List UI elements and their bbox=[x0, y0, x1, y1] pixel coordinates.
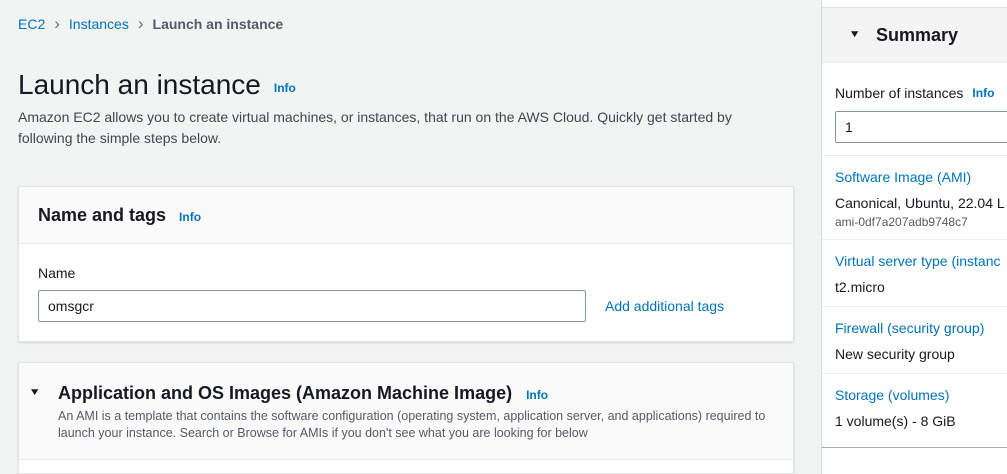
virtual-server-type-link[interactable]: Virtual server type (instanc bbox=[835, 251, 1007, 271]
ami-id-text: ami-0df7a207adb9748c7 bbox=[835, 214, 1007, 230]
page-description: Amazon EC2 allows you to create virtual … bbox=[18, 107, 766, 149]
summary-card: ▼ Summary Number of instances Info Softw… bbox=[822, 7, 1007, 473]
name-and-tags-title: Name and tags bbox=[38, 204, 166, 226]
ec2-launch-instance-page: EC2 › Instances › Launch an instance Lau… bbox=[0, 0, 1007, 474]
page-title-info-link[interactable]: Info bbox=[274, 81, 296, 95]
number-of-instances-label: Number of instances bbox=[835, 83, 963, 103]
add-additional-tags-link[interactable]: Add additional tags bbox=[605, 298, 724, 314]
number-of-instances-block: Number of instances Info bbox=[822, 63, 1007, 156]
summary-panel: ▼ Summary Number of instances Info Softw… bbox=[821, 0, 1007, 474]
summary-panel-content: Number of instances Info Software Image … bbox=[822, 63, 1007, 448]
chevron-right-icon: › bbox=[54, 15, 60, 32]
name-and-tags-info-link[interactable]: Info bbox=[179, 210, 201, 224]
breadcrumb-link-instances[interactable]: Instances bbox=[69, 16, 129, 32]
summary-software-image-block: Software Image (AMI) Canonical, Ubuntu, … bbox=[822, 156, 1007, 240]
storage-link[interactable]: Storage (volumes) bbox=[835, 385, 1007, 405]
virtual-server-type-value: t2.micro bbox=[835, 277, 1007, 297]
breadcrumb-link-ec2[interactable]: EC2 bbox=[18, 16, 45, 32]
summary-firewall-block: Firewall (security group) New security g… bbox=[822, 307, 1007, 374]
name-input[interactable] bbox=[38, 290, 586, 322]
name-and-tags-section: Name and tags Info Name Add additional t… bbox=[18, 186, 794, 342]
storage-value: 1 volume(s) - 8 GiB bbox=[835, 411, 1007, 431]
number-of-instances-info-link[interactable]: Info bbox=[972, 83, 994, 103]
summary-title: Summary bbox=[876, 24, 958, 46]
software-image-value: Canonical, Ubuntu, 22.04 L bbox=[835, 193, 1007, 213]
summary-panel-footer bbox=[822, 448, 1007, 473]
ami-section-info-link[interactable]: Info bbox=[526, 388, 548, 402]
page-title: Launch an instance bbox=[18, 70, 261, 100]
name-field-label: Name bbox=[38, 265, 774, 282]
ami-section-header[interactable]: ▼ Application and OS Images (Amazon Mach… bbox=[19, 363, 793, 460]
ami-section-description: An AMI is a template that contains the s… bbox=[58, 408, 774, 441]
breadcrumb: EC2 › Instances › Launch an instance bbox=[18, 0, 794, 34]
page-title-row: Launch an instance Info bbox=[18, 70, 794, 100]
summary-storage-block: Storage (volumes) 1 volume(s) - 8 GiB bbox=[822, 374, 1007, 440]
firewall-value: New security group bbox=[835, 344, 1007, 364]
chevron-right-icon: › bbox=[138, 15, 144, 32]
number-of-instances-input[interactable] bbox=[835, 111, 1007, 143]
firewall-link[interactable]: Firewall (security group) bbox=[835, 318, 1007, 338]
breadcrumb-current: Launch an instance bbox=[153, 16, 284, 32]
ami-section: ▼ Application and OS Images (Amazon Mach… bbox=[18, 362, 794, 474]
ami-section-title: Application and OS Images (Amazon Machin… bbox=[58, 382, 512, 404]
caret-down-icon: ▼ bbox=[29, 388, 44, 398]
caret-down-icon: ▼ bbox=[849, 30, 864, 40]
ami-section-body bbox=[19, 460, 793, 474]
software-image-link[interactable]: Software Image (AMI) bbox=[835, 167, 1007, 187]
name-and-tags-header: Name and tags Info bbox=[19, 187, 793, 244]
main-content: EC2 › Instances › Launch an instance Lau… bbox=[18, 0, 794, 474]
summary-server-type-block: Virtual server type (instanc t2.micro bbox=[822, 240, 1007, 307]
summary-panel-header[interactable]: ▼ Summary bbox=[822, 8, 1007, 63]
name-and-tags-body: Name Add additional tags bbox=[19, 244, 793, 341]
